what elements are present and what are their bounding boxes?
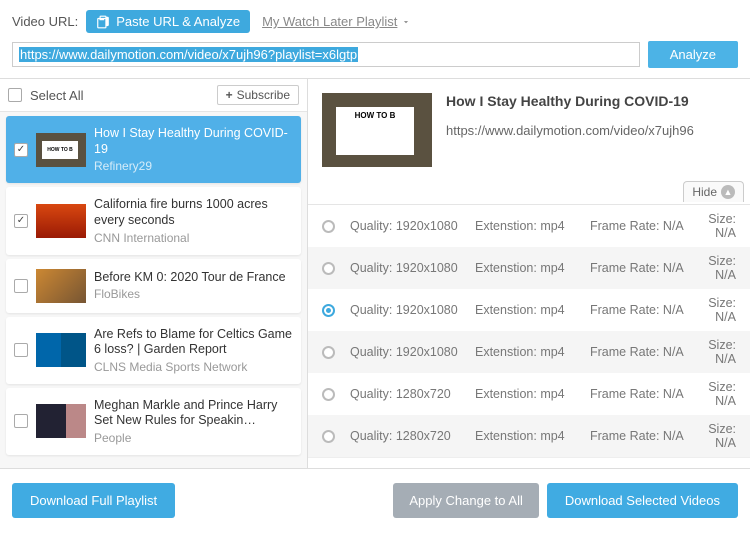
quality-radio[interactable] <box>322 430 335 443</box>
video-checkbox[interactable] <box>14 143 28 157</box>
playlist-panel: Select All + Subscribe How I Stay Health… <box>0 79 308 468</box>
video-title: Are Refs to Blame for Celtics Game 6 los… <box>94 327 293 358</box>
framerate-value: Frame Rate: N/A <box>590 303 700 317</box>
extension-value: Extenstion: mp4 <box>475 261 585 275</box>
quality-radio[interactable] <box>322 262 335 275</box>
url-input[interactable]: https://www.dailymotion.com/video/x7ujh9… <box>12 42 640 67</box>
select-all-checkbox[interactable] <box>8 88 22 102</box>
video-channel: People <box>94 431 293 445</box>
video-title: Before KM 0: 2020 Tour de France <box>94 270 293 286</box>
quality-list: Quality: 1920x1080 Extenstion: mp4 Frame R… <box>308 204 750 457</box>
paste-url-label: Paste URL & Analyze <box>116 14 240 29</box>
download-selected-button[interactable]: Download Selected Videos <box>547 483 738 518</box>
detail-url: https://www.dailymotion.com/video/x7ujh9… <box>446 123 694 138</box>
video-checkbox[interactable] <box>14 279 28 293</box>
chevron-down-icon <box>401 17 411 27</box>
video-thumbnail <box>36 133 86 167</box>
chevron-up-icon: ▲ <box>721 185 735 199</box>
video-channel: CLNS Media Sports Network <box>94 360 293 374</box>
video-item[interactable]: Are Refs to Blame for Celtics Game 6 los… <box>6 317 301 384</box>
quality-value: Quality: 1280x720 <box>350 429 470 443</box>
quality-value: Quality: 1920x1080 <box>350 219 470 233</box>
quality-radio[interactable] <box>322 388 335 401</box>
size-value: Size: N/A <box>705 338 736 366</box>
extension-value: Extenstion: mp4 <box>475 429 585 443</box>
download-full-playlist-button[interactable]: Download Full Playlist <box>12 483 175 518</box>
detail-title: How I Stay Healthy During COVID-19 <box>446 93 694 109</box>
video-list[interactable]: How I Stay Healthy During COVID-19 Refine… <box>0 112 307 468</box>
quality-row[interactable]: Quality: 1920x1080 Extenstion: mp4 Frame R… <box>308 205 750 247</box>
paste-url-button[interactable]: Paste URL & Analyze <box>86 10 250 33</box>
quality-radio[interactable] <box>322 304 335 317</box>
framerate-value: Frame Rate: N/A <box>590 345 700 359</box>
video-item[interactable]: Before KM 0: 2020 Tour de FranceFloBikes <box>6 259 301 313</box>
video-thumbnail <box>36 204 86 238</box>
extension-value: Extenstion: mp4 <box>475 387 585 401</box>
size-value: Size: N/A <box>705 212 736 240</box>
framerate-value: Frame Rate: N/A <box>590 261 700 275</box>
quality-value: Quality: 1920x1080 <box>350 303 470 317</box>
quality-value: Quality: 1920x1080 <box>350 345 470 359</box>
framerate-value: Frame Rate: N/A <box>590 387 700 401</box>
video-checkbox[interactable] <box>14 414 28 428</box>
video-item[interactable]: California fire burns 1000 acres every s… <box>6 187 301 254</box>
size-value: Size: N/A <box>705 422 736 450</box>
video-title: California fire burns 1000 acres every s… <box>94 197 293 228</box>
video-item[interactable]: How I Stay Healthy During COVID-19 Refine… <box>6 116 301 183</box>
quality-row[interactable]: Quality: 1920x1080 Extenstion: mp4 Frame R… <box>308 289 750 331</box>
video-checkbox[interactable] <box>14 343 28 357</box>
video-thumbnail <box>36 404 86 438</box>
subscribe-button[interactable]: + Subscribe <box>217 85 299 105</box>
extension-value: Extenstion: mp4 <box>475 219 585 233</box>
video-url-label: Video URL: <box>12 14 78 29</box>
video-channel: FloBikes <box>94 287 293 301</box>
hide-button[interactable]: Hide ▲ <box>683 181 744 202</box>
size-value: Size: N/A <box>705 296 736 324</box>
quality-value: Quality: 1280x720 <box>350 387 470 401</box>
watch-later-link[interactable]: My Watch Later Playlist <box>262 14 411 29</box>
video-checkbox[interactable] <box>14 214 28 228</box>
select-all-label: Select All <box>30 88 209 103</box>
quality-value: Quality: 1920x1080 <box>350 261 470 275</box>
framerate-value: Frame Rate: N/A <box>590 429 700 443</box>
quality-row[interactable]: Quality: 1280x720 Extenstion: mp4 Frame Ra… <box>308 415 750 457</box>
quality-row[interactable]: Quality: 1280x720 Extenstion: mp4 Frame Ra… <box>308 373 750 415</box>
video-item[interactable]: Meghan Markle and Prince Harry Set New R… <box>6 388 301 455</box>
video-channel: Refinery29 <box>94 159 293 173</box>
video-title: Meghan Markle and Prince Harry Set New R… <box>94 398 293 429</box>
detail-panel: How I Stay Healthy During COVID-19 https… <box>308 79 750 468</box>
quality-row[interactable]: Quality: 1920x1080 Extenstion: mp4 Frame R… <box>308 247 750 289</box>
clipboard-icon <box>96 15 110 29</box>
size-value: Size: N/A <box>705 254 736 282</box>
video-thumbnail <box>36 269 86 303</box>
detail-thumbnail <box>322 93 432 167</box>
video-title: How I Stay Healthy During COVID-19 <box>94 126 293 157</box>
quality-radio[interactable] <box>322 220 335 233</box>
extension-value: Extenstion: mp4 <box>475 303 585 317</box>
apply-change-all-button[interactable]: Apply Change to All <box>393 483 538 518</box>
quality-radio[interactable] <box>322 346 335 359</box>
extension-value: Extenstion: mp4 <box>475 345 585 359</box>
video-thumbnail <box>36 333 86 367</box>
size-value: Size: N/A <box>705 380 736 408</box>
analyze-button[interactable]: Analyze <box>648 41 738 68</box>
video-channel: CNN International <box>94 231 293 245</box>
framerate-value: Frame Rate: N/A <box>590 219 700 233</box>
quality-row[interactable]: Quality: 1920x1080 Extenstion: mp4 Frame R… <box>308 331 750 373</box>
